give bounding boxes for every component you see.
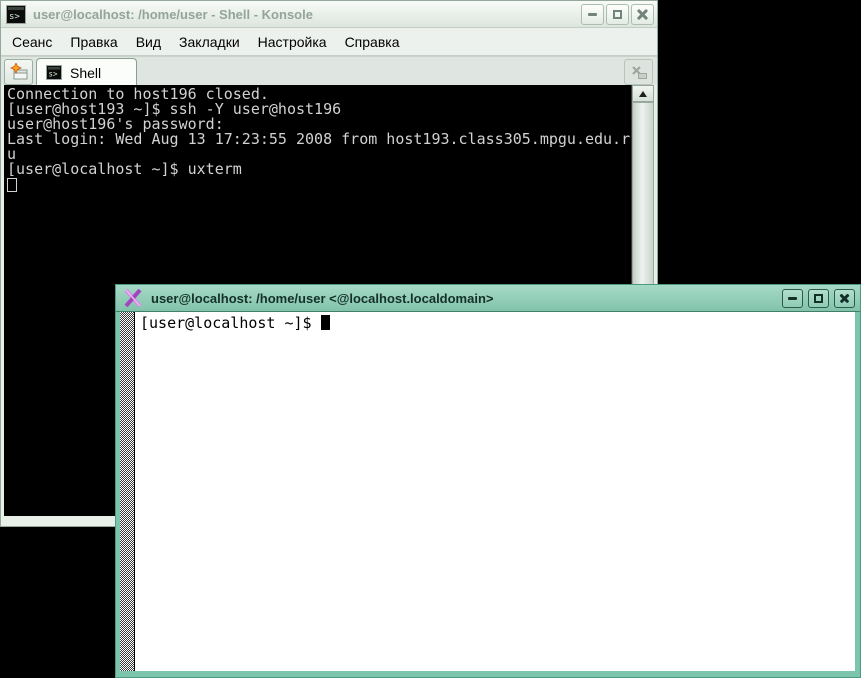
scroll-up-button[interactable]: [632, 85, 654, 102]
close-icon: [636, 8, 649, 21]
konsole-maximize-button[interactable]: [606, 4, 629, 25]
konsole-window-title: user@localhost: /home/user - Shell - Kon…: [33, 7, 579, 22]
maximize-icon: [613, 10, 622, 19]
minimize-icon: [588, 13, 597, 16]
new-session-star-icon: [9, 63, 29, 81]
maximize-icon: [814, 294, 823, 303]
konsole-minimize-button[interactable]: [581, 4, 604, 25]
arrow-up-icon: [639, 91, 647, 97]
svg-text:s>: s>: [9, 12, 20, 22]
uxterm-window-title: user@localhost: /home/user <@localhost.l…: [151, 291, 777, 306]
uxterm-minimize-button[interactable]: [782, 289, 803, 308]
svg-text:s>: s>: [49, 70, 59, 79]
hollow-cursor: [7, 178, 17, 192]
desktop-background: s> user@localhost: /home/user - Shell - …: [0, 0, 861, 678]
menu-item-edit[interactable]: Правка: [61, 31, 126, 53]
terminal-line: [user@localhost ~]$ uxterm: [4, 162, 631, 177]
uxterm-terminal-screen[interactable]: [user@localhost ~]$: [135, 312, 855, 671]
menu-item-session[interactable]: Сеанс: [3, 31, 61, 53]
menu-item-help[interactable]: Справка: [336, 31, 409, 53]
tab-shell-label: Shell: [70, 65, 101, 81]
uxterm-close-button[interactable]: [834, 289, 855, 308]
uxterm-scrollbar[interactable]: [120, 312, 135, 671]
block-cursor: [321, 315, 330, 330]
konsole-tabbar: s> Shell: [1, 56, 657, 85]
xorg-x-logo-icon: [123, 289, 143, 307]
tab-shell[interactable]: s> Shell: [36, 58, 137, 86]
konsole-close-button[interactable]: [631, 4, 654, 25]
uxterm-prompt-text: [user@localhost ~]$: [140, 314, 321, 332]
uxterm-prompt-line: [user@localhost ~]$: [140, 315, 855, 332]
uxterm-window: user@localhost: /home/user <@localhost.l…: [115, 284, 861, 678]
uxterm-maximize-button[interactable]: [808, 289, 829, 308]
terminal-line: Last login: Wed Aug 13 17:23:55 2008 fro…: [4, 132, 631, 147]
new-session-button[interactable]: [4, 59, 33, 85]
terminal-cursor-line: [4, 177, 631, 192]
konsole-window-icon: s>: [6, 5, 26, 24]
menu-item-bookmarks[interactable]: Закладки: [170, 31, 249, 53]
tab-terminal-icon: s>: [46, 65, 62, 80]
minimize-icon: [788, 297, 797, 300]
close-tab-button[interactable]: [624, 59, 653, 85]
konsole-titlebar[interactable]: s> user@localhost: /home/user - Shell - …: [1, 1, 657, 28]
menu-item-settings[interactable]: Настройка: [249, 31, 336, 53]
close-icon: [839, 293, 850, 304]
uxterm-titlebar[interactable]: user@localhost: /home/user <@localhost.l…: [116, 285, 860, 312]
konsole-menubar: Сеанс Правка Вид Закладки Настройка Спра…: [1, 28, 657, 56]
close-tab-icon: [630, 65, 648, 80]
uxterm-body: [user@localhost ~]$: [120, 312, 855, 671]
menu-item-view[interactable]: Вид: [127, 31, 170, 53]
